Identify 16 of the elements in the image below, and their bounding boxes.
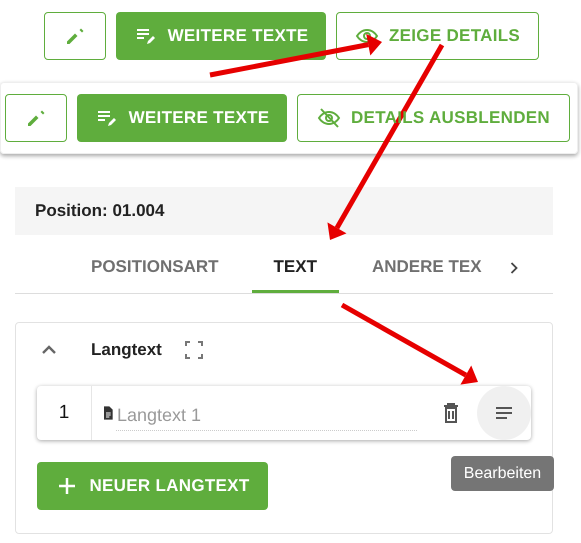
tab[interactable]: POSITIONSART [75,243,235,294]
section-title: Langtext [91,340,162,360]
tab[interactable]: TEXT [252,243,339,293]
text-field[interactable]: Langtext 1 [91,386,431,440]
edit-text-button[interactable] [477,386,531,440]
row-number: 1 [58,402,70,424]
edit-button[interactable] [5,94,67,142]
tooltip: Bearbeiten [451,456,554,491]
more-texts-button[interactable]: WEITERE TEXTE [77,94,287,142]
eye-off-icon [316,106,341,130]
position-header: Position: 01.004 [15,187,553,235]
edit-button[interactable] [44,12,106,60]
details-button[interactable]: ZEIGE DETAILS [336,12,539,60]
more-texts-button[interactable]: WEITERE TEXTE [116,12,326,60]
new-longtext-button[interactable]: NEUER LANGTEXT [37,462,268,510]
tab[interactable]: ANDERE TEX [356,243,498,294]
